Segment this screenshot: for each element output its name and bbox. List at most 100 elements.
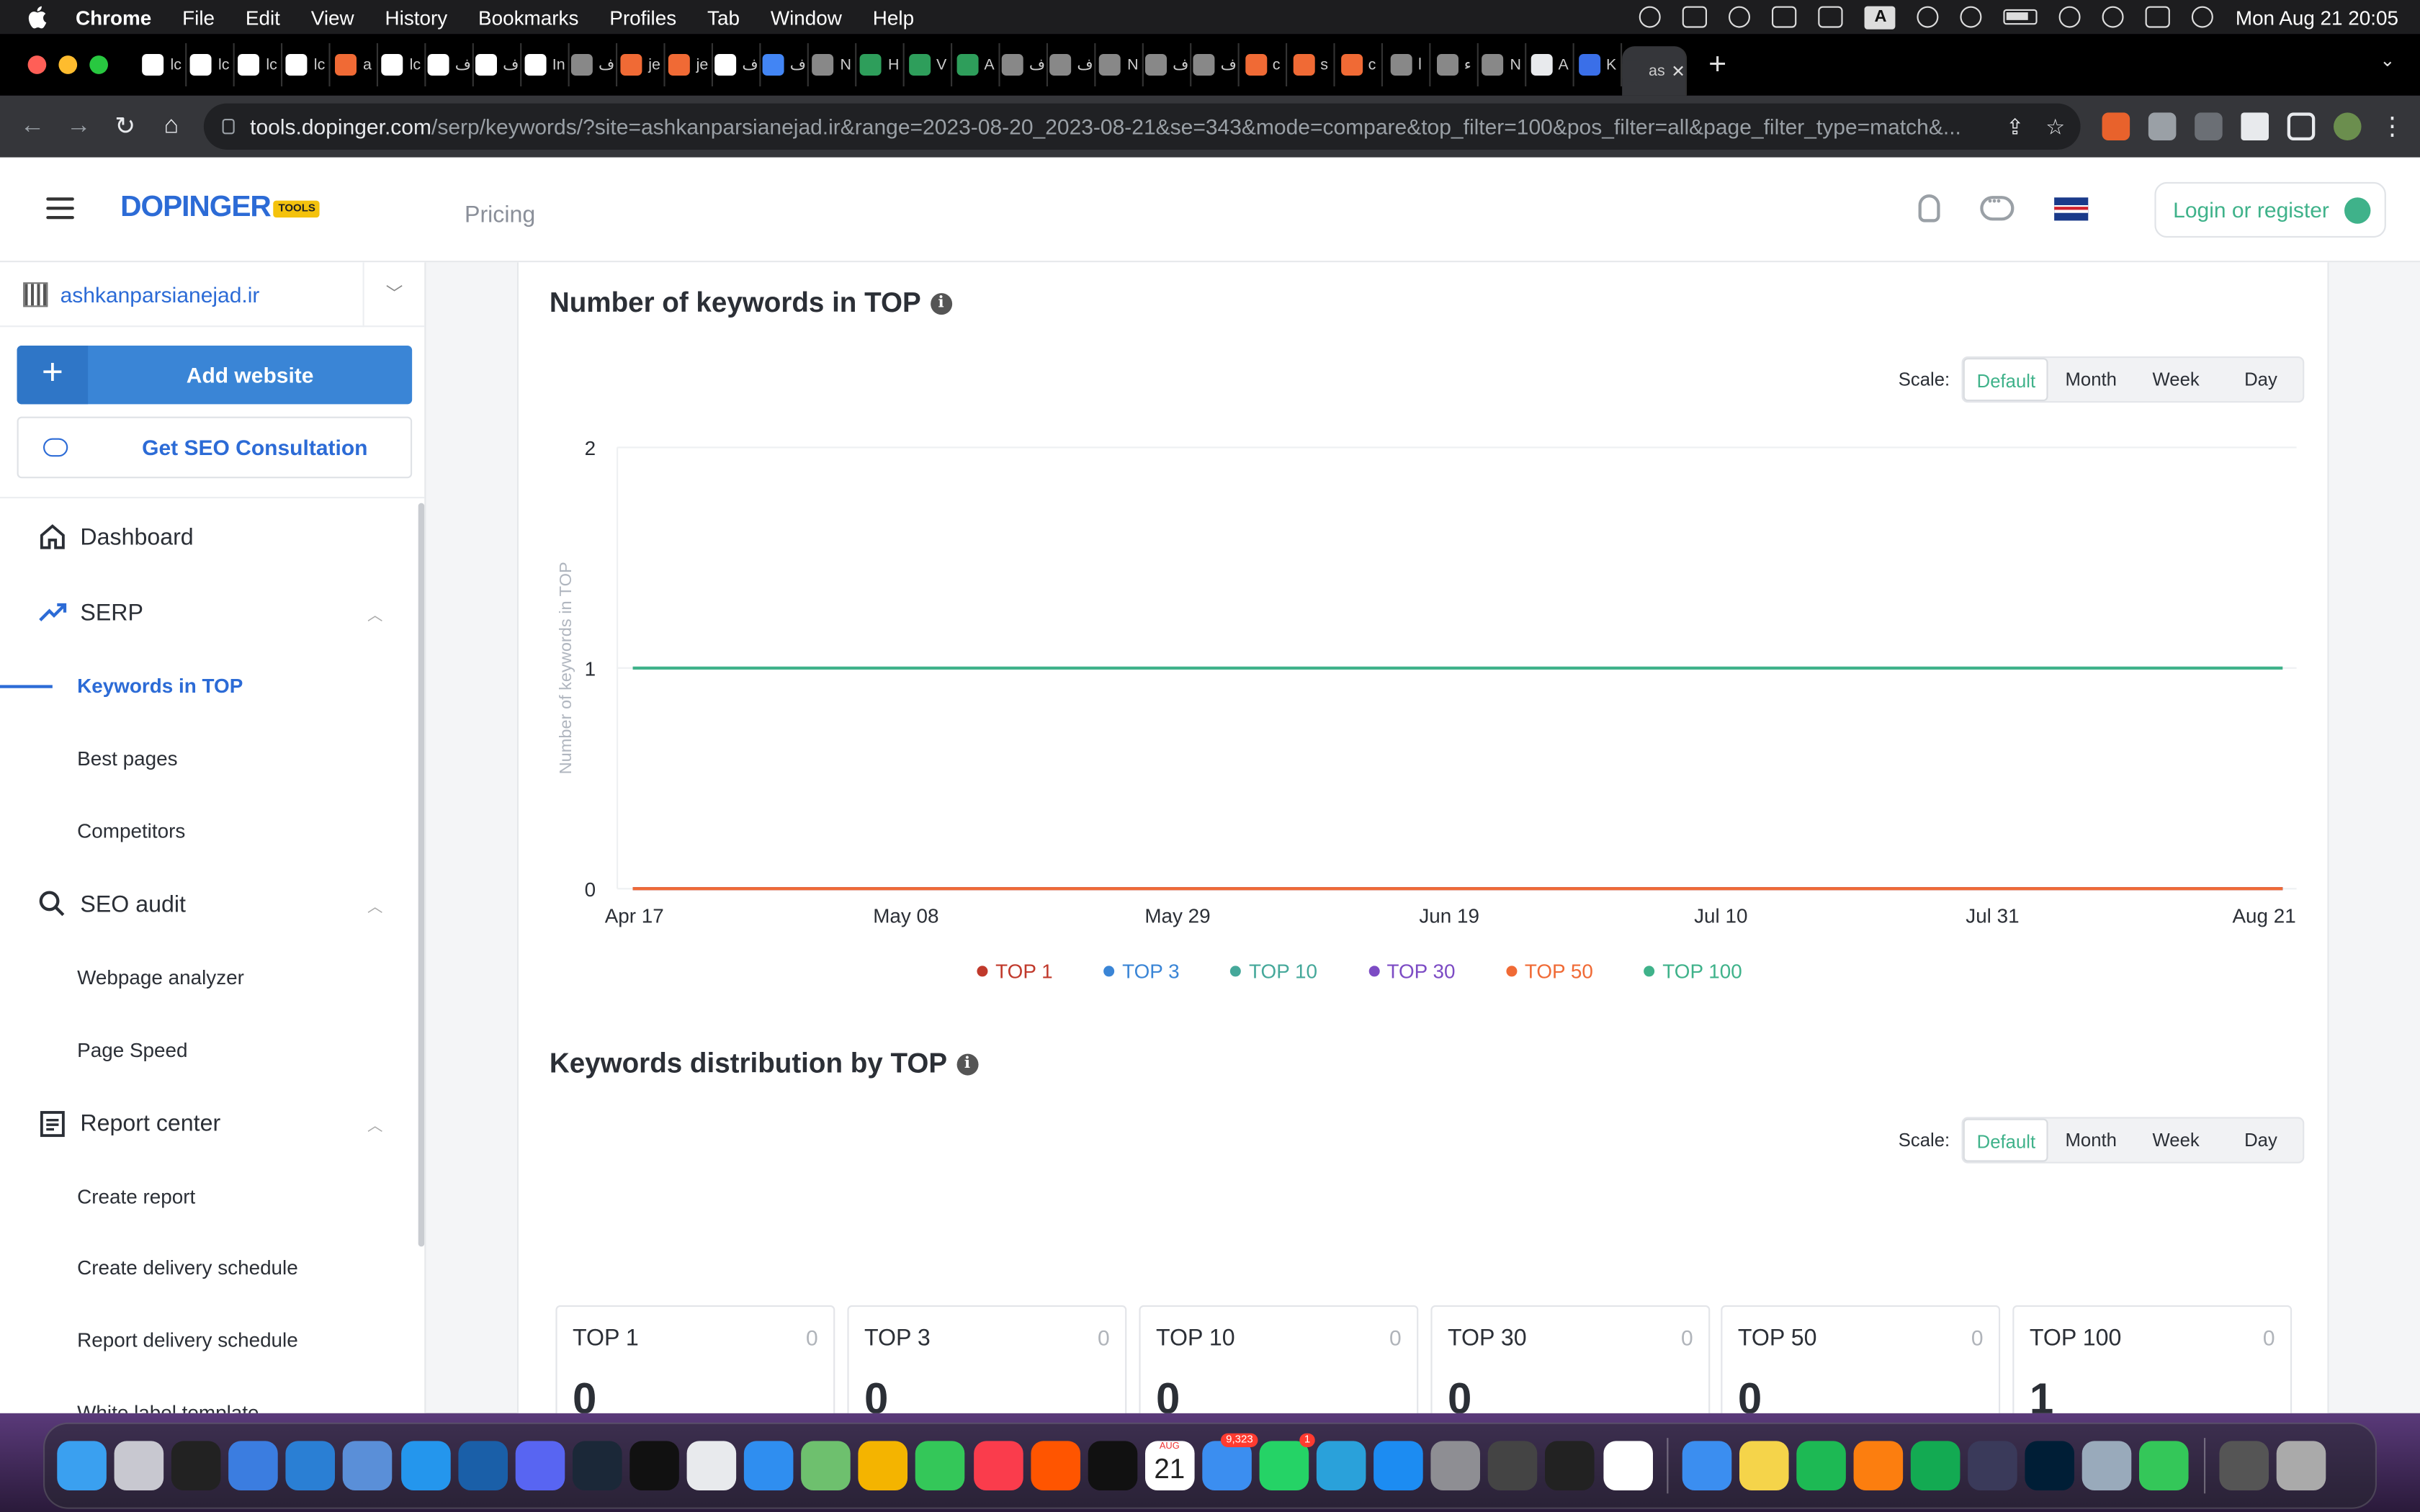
stat-card-top100[interactable]: TOP 100 0 1 keyword ➜ bbox=[2012, 1305, 2293, 1413]
sidebar-item-best-pages[interactable]: Best pages bbox=[77, 747, 177, 770]
site-selector[interactable]: ashkanparsianejad.ir ﹀ bbox=[0, 262, 425, 328]
reload-icon[interactable]: ↻ bbox=[102, 111, 148, 142]
messages-icon[interactable] bbox=[2140, 1441, 2190, 1490]
stat-card-top1[interactable]: TOP 1 0 0 keywords ➜ bbox=[555, 1305, 835, 1413]
vscode-icon[interactable] bbox=[286, 1441, 336, 1490]
telegram-icon[interactable] bbox=[1316, 1441, 1366, 1490]
browser-tab[interactable]: a bbox=[331, 43, 378, 86]
menu-bookmarks[interactable]: Bookmarks bbox=[478, 6, 578, 29]
pricing-link[interactable]: Pricing bbox=[465, 202, 535, 228]
menu-edit[interactable]: Edit bbox=[246, 6, 280, 29]
browser-tab[interactable]: c bbox=[1335, 43, 1383, 86]
home-icon[interactable]: ⌂ bbox=[148, 112, 194, 140]
browser-tab[interactable]: je bbox=[617, 43, 666, 86]
system-settings-icon[interactable] bbox=[1430, 1441, 1481, 1490]
facetime-icon[interactable] bbox=[915, 1441, 966, 1490]
browser-tab[interactable]: N bbox=[809, 43, 857, 86]
sidebar-item-seo-audit[interactable]: SEO audit ︿ bbox=[0, 888, 417, 919]
calendar-icon[interactable]: AUG 21 bbox=[1144, 1441, 1195, 1490]
stat-card-top3[interactable]: TOP 3 0 0 keywords ➜ bbox=[847, 1305, 1127, 1413]
chrome-icon[interactable] bbox=[686, 1441, 737, 1490]
music-icon[interactable] bbox=[973, 1441, 1023, 1490]
scale-option-month[interactable]: Month bbox=[2048, 1119, 2133, 1162]
new-tab-button[interactable]: + bbox=[1708, 47, 1726, 82]
info-icon[interactable]: i bbox=[930, 292, 952, 315]
preview-icon[interactable] bbox=[2082, 1441, 2133, 1490]
browser-tab[interactable]: lc bbox=[139, 43, 187, 86]
chevron-up-icon[interactable]: ︿ bbox=[367, 893, 382, 916]
hamburger-menu-icon[interactable] bbox=[46, 197, 74, 220]
lock-icon[interactable] bbox=[222, 119, 235, 135]
browser-tab[interactable]: lc bbox=[378, 43, 426, 86]
network-app-icon[interactable] bbox=[343, 1441, 393, 1490]
browser-tab[interactable]: N bbox=[1095, 43, 1144, 86]
browser-tab-active[interactable]: as ✕ bbox=[1622, 46, 1688, 96]
app-store-icon[interactable] bbox=[1373, 1441, 1424, 1490]
terminal-icon[interactable] bbox=[171, 1441, 221, 1490]
dopinger-logo[interactable]: DOPINGER TOOLS bbox=[120, 192, 321, 225]
browser-tab[interactable]: V bbox=[905, 43, 953, 86]
sidebar-item-report-delivery-schedule[interactable]: Report delivery schedule bbox=[77, 1328, 298, 1351]
trash-icon[interactable] bbox=[2276, 1441, 2326, 1490]
browser-tab[interactable]: je bbox=[666, 43, 713, 86]
menubar-clock[interactable]: Mon Aug 21 20:05 bbox=[2236, 6, 2398, 29]
wifi-icon[interactable] bbox=[2059, 6, 2081, 28]
calculator-icon[interactable] bbox=[1488, 1441, 1538, 1490]
browser-tab[interactable]: ف bbox=[1048, 43, 1096, 86]
sidebar-item-competitors[interactable]: Competitors bbox=[77, 819, 185, 842]
back-arrow-icon[interactable]: ← bbox=[9, 112, 55, 140]
mongodb-icon[interactable] bbox=[1911, 1441, 1960, 1490]
browser-tab[interactable]: ا bbox=[1383, 43, 1431, 86]
browser-tab[interactable]: A bbox=[952, 43, 1000, 86]
close-window-button[interactable] bbox=[27, 55, 47, 74]
siri-icon[interactable] bbox=[2192, 6, 2214, 28]
steam-icon[interactable] bbox=[572, 1441, 622, 1490]
play-icon[interactable] bbox=[1960, 6, 1983, 28]
stat-card-top50[interactable]: TOP 50 0 0 keywords ➜ bbox=[1721, 1305, 2001, 1413]
chat-icon[interactable] bbox=[1980, 194, 2015, 221]
safari-icon[interactable] bbox=[744, 1441, 794, 1490]
scale-option-default[interactable]: Default bbox=[1963, 358, 2049, 402]
puzzle-extensions-icon[interactable] bbox=[2241, 112, 2269, 140]
menu-profiles[interactable]: Profiles bbox=[609, 6, 676, 29]
browser-tab[interactable]: ف bbox=[1144, 43, 1192, 86]
login-register-button[interactable]: Login or register bbox=[2154, 181, 2386, 238]
status-app-icon[interactable] bbox=[1682, 6, 1708, 28]
discord-icon[interactable] bbox=[515, 1441, 565, 1490]
uk-flag-icon[interactable] bbox=[2054, 197, 2089, 220]
browser-tab[interactable]: N bbox=[1479, 43, 1527, 86]
stat-card-top10[interactable]: TOP 10 0 0 keywords ➜ bbox=[1139, 1305, 1419, 1413]
browser-tab[interactable]: H bbox=[856, 43, 905, 86]
browser-tab[interactable]: In bbox=[521, 43, 570, 86]
minimize-window-button[interactable] bbox=[58, 55, 78, 74]
browser-tab[interactable]: ف bbox=[1191, 43, 1240, 86]
xcode-icon[interactable] bbox=[228, 1441, 279, 1490]
browser-tab[interactable]: lc bbox=[187, 43, 235, 86]
sidebar-item-webpage-analyzer[interactable]: Webpage analyzer bbox=[77, 966, 244, 989]
sidebar-scrollbar[interactable] bbox=[418, 503, 425, 1247]
notes-icon[interactable] bbox=[1739, 1441, 1789, 1490]
input-source-icon[interactable]: A bbox=[1865, 5, 1896, 29]
menu-tab[interactable]: Tab bbox=[707, 6, 740, 29]
address-bar[interactable]: tools.dopinger.com/serp/keywords/?site=a… bbox=[203, 103, 2081, 150]
seo-consultation-button[interactable]: Get SEO Consultation bbox=[17, 416, 413, 479]
sidebar-item-report-center[interactable]: Report center ︿ bbox=[0, 1108, 417, 1139]
legend-item[interactable]: TOP 3 bbox=[1103, 960, 1180, 983]
profile-avatar[interactable] bbox=[2334, 112, 2362, 140]
menu-view[interactable]: View bbox=[311, 6, 354, 29]
legend-item[interactable]: TOP 100 bbox=[1644, 960, 1742, 983]
chevron-up-icon[interactable]: ︿ bbox=[367, 1112, 382, 1135]
menu-window[interactable]: Window bbox=[771, 6, 842, 29]
stat-card-top30[interactable]: TOP 30 0 0 keywords ➜ bbox=[1430, 1305, 1711, 1413]
browser-tab[interactable]: K bbox=[1574, 43, 1623, 86]
freeform-icon[interactable] bbox=[1603, 1441, 1652, 1490]
menu-app-name[interactable]: Chrome bbox=[76, 6, 151, 29]
sidebar-item-keywords-in-top[interactable]: Keywords in TOP bbox=[77, 674, 243, 697]
browser-tab[interactable]: c bbox=[1240, 43, 1288, 86]
menu-help[interactable]: Help bbox=[873, 6, 914, 29]
spotify-icon[interactable] bbox=[1796, 1441, 1846, 1490]
piano-icon[interactable] bbox=[1545, 1441, 1595, 1490]
lightbulb-icon[interactable] bbox=[1918, 194, 1940, 222]
legend-item[interactable]: TOP 10 bbox=[1230, 960, 1317, 983]
spotlight-search-icon[interactable] bbox=[2102, 6, 2125, 28]
